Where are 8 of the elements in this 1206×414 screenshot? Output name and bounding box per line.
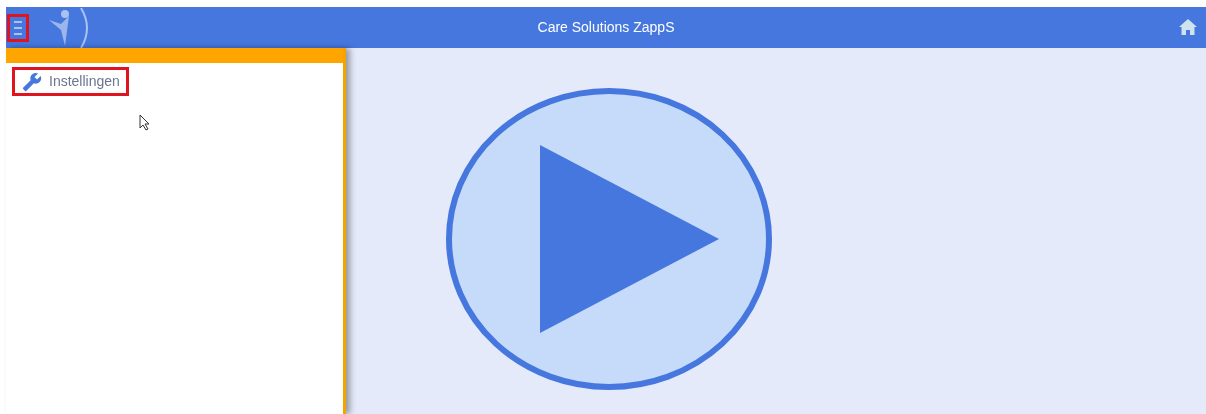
settings-menu-item[interactable]: Instellingen <box>12 67 129 96</box>
app-title: Care Solutions ZappS <box>537 18 675 37</box>
wrench-icon <box>21 71 43 92</box>
cursor-icon <box>139 114 151 131</box>
home-icon[interactable] <box>1179 19 1197 35</box>
menu-icon <box>14 20 22 35</box>
play-button[interactable] <box>446 88 772 390</box>
menu-button[interactable] <box>7 13 29 42</box>
